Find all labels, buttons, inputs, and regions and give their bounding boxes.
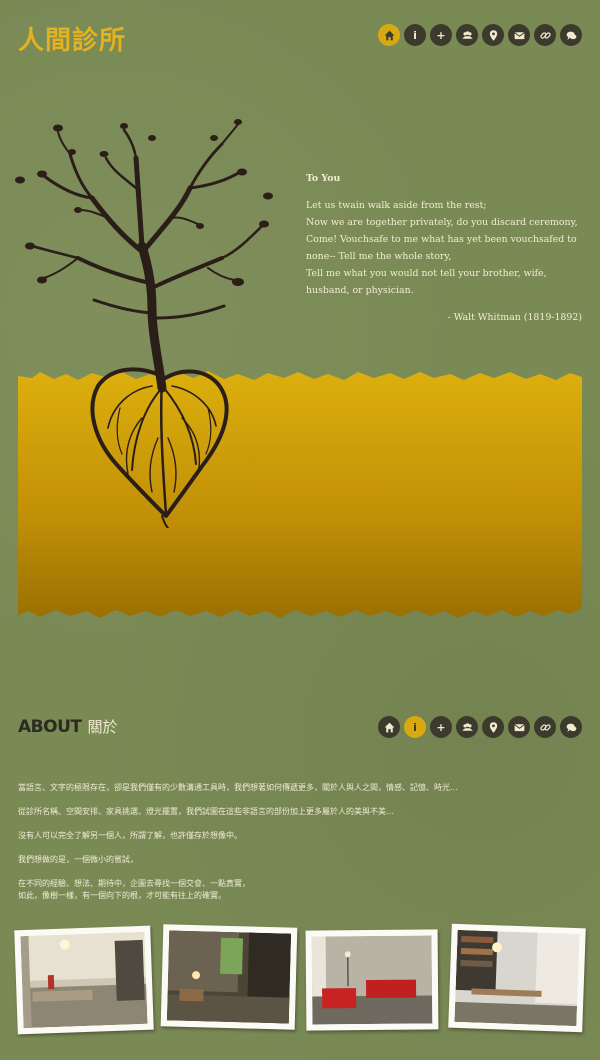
map-pin-icon[interactable] bbox=[482, 716, 504, 738]
poem-author: - Walt Whitman (1819-1892) bbox=[447, 312, 582, 323]
poem-title: To You bbox=[306, 173, 341, 184]
mail-icon[interactable] bbox=[508, 716, 530, 738]
about-line: 如此，像樹一樣，有一個向下的根，才可能有往上的確實。 bbox=[18, 891, 226, 900]
poem-line: husband, or physician. bbox=[306, 285, 414, 296]
plus-icon[interactable]: + bbox=[430, 24, 452, 46]
info-icon[interactable]: i bbox=[404, 24, 426, 46]
about-title-zh: 關於 bbox=[87, 718, 118, 736]
clinic-photo-dining[interactable] bbox=[14, 925, 154, 1035]
poem-line: Tell me what you would not tell your bro… bbox=[306, 268, 547, 279]
map-pin-icon[interactable] bbox=[482, 24, 504, 46]
about-line: 當語言、文字的極限存在，卻是我們僅有的少數溝通工具時，我們想著如何傳遞更多，關於… bbox=[18, 783, 458, 792]
about-paragraph: 從診所名稱、空間安排、家具挑選、燈光擺置，我們試圖在這些非語言的部份加上更多屬於… bbox=[18, 806, 582, 818]
people-icon[interactable] bbox=[456, 24, 478, 46]
link-icon[interactable] bbox=[534, 24, 556, 46]
home-icon[interactable] bbox=[378, 716, 400, 738]
about-line: 沒有人可以完全了解另一個人，所謂了解，也許僅存於想像中。 bbox=[18, 831, 242, 840]
about-text: 當語言、文字的極限存在，卻是我們僅有的少數溝通工具時，我們想著如何傳遞更多，關於… bbox=[18, 782, 582, 914]
photo-gallery bbox=[14, 923, 588, 1036]
mail-icon[interactable] bbox=[508, 24, 530, 46]
chat-icon[interactable] bbox=[560, 24, 582, 46]
about-paragraph: 我們想做的是，一個微小的嘗試， bbox=[18, 854, 582, 866]
about-paragraph: 當語言、文字的極限存在，卻是我們僅有的少數溝通工具時，我們想著如何傳遞更多，關於… bbox=[18, 782, 582, 794]
about-line: 在不同的經驗、想法、期待中，企圖去尋找一個交會、一點真實， bbox=[18, 879, 250, 888]
about-line: 我們想做的是，一個微小的嘗試， bbox=[18, 855, 138, 864]
home-icon[interactable] bbox=[378, 24, 400, 46]
about-title-en: ABOUT bbox=[18, 717, 82, 737]
site-logo[interactable]: 人間診所 bbox=[18, 20, 126, 57]
about-paragraph: 沒有人可以完全了解另一個人，所謂了解，也許僅存於想像中。 bbox=[18, 830, 582, 842]
top-nav: i + bbox=[378, 24, 582, 46]
clinic-photo-red-sofa[interactable] bbox=[305, 929, 439, 1031]
poem-line: Come! Vouchsafe to me what has yet been … bbox=[306, 234, 577, 245]
poem-line: none-- Tell me the whole story, bbox=[306, 251, 452, 262]
info-icon[interactable]: i bbox=[404, 716, 426, 738]
link-icon[interactable] bbox=[534, 716, 556, 738]
about-paragraph: 在不同的經驗、想法、期待中，企圖去尋找一個交會、一點真實， 如此，像樹一樣，有一… bbox=[18, 878, 582, 902]
poem-block: To You Let us twain walk aside from the … bbox=[306, 170, 582, 326]
chat-icon[interactable] bbox=[560, 716, 582, 738]
clinic-photo-study[interactable] bbox=[448, 923, 586, 1033]
about-line: 從診所名稱、空間安排、家具挑選、燈光擺置，我們試圖在這些非語言的部份加上更多屬於… bbox=[18, 807, 394, 816]
people-icon[interactable] bbox=[456, 716, 478, 738]
plus-icon[interactable]: + bbox=[430, 716, 452, 738]
poem-line: Now we are together privately, do you di… bbox=[306, 217, 578, 228]
tree-illustration bbox=[15, 119, 273, 528]
poem-line: Let us twain walk aside from the rest; bbox=[306, 200, 487, 211]
about-heading: ABOUT 關於 bbox=[18, 716, 117, 737]
clinic-photo-lounge[interactable] bbox=[160, 924, 298, 1030]
about-nav: i + bbox=[378, 716, 582, 738]
